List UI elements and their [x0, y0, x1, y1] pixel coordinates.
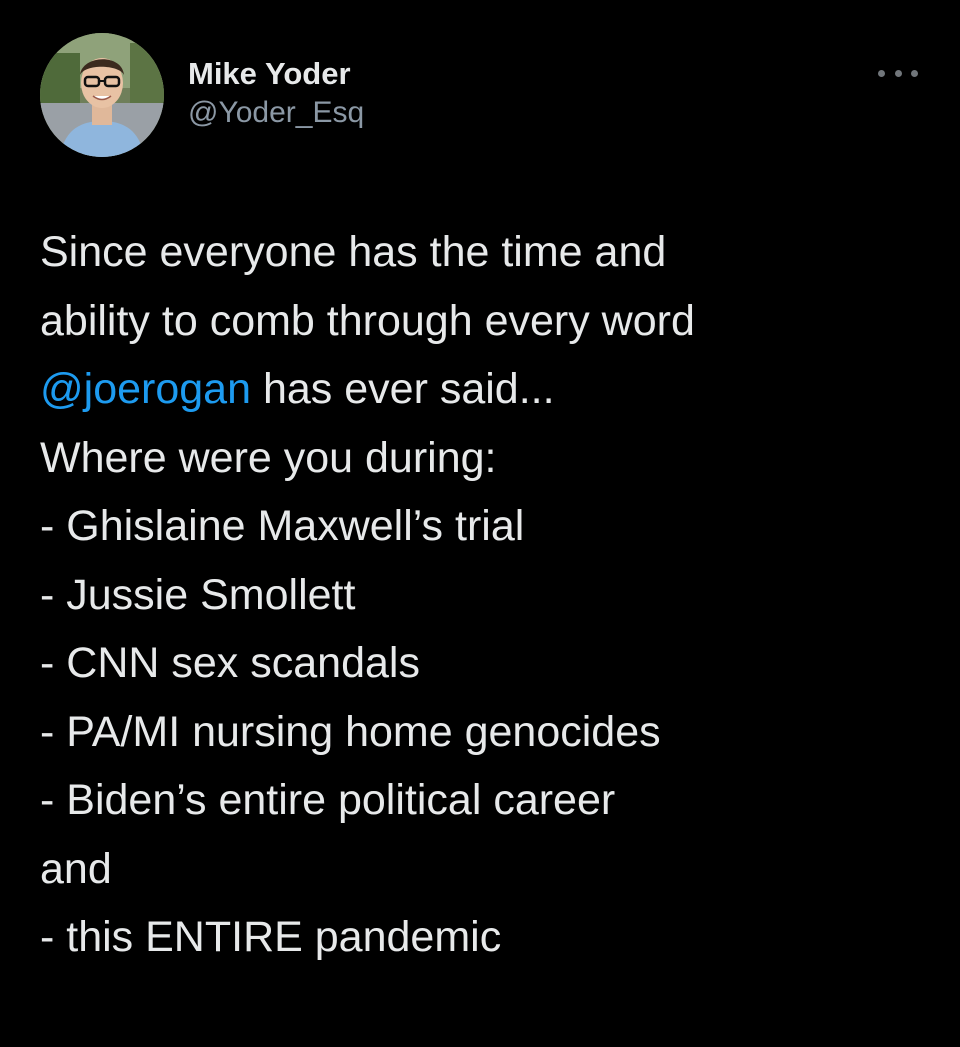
- tweet-paragraph-list: Where were you during: - Ghislaine Maxwe…: [40, 424, 930, 835]
- list-item: - Ghislaine Maxwell’s trial: [40, 502, 525, 550]
- display-name[interactable]: Mike Yoder: [188, 56, 364, 92]
- avatar-image: [40, 33, 164, 157]
- tweet-line: ability to comb through every word: [40, 296, 695, 345]
- list-item: - Biden’s entire political career: [40, 776, 616, 824]
- more-dot: [894, 69, 902, 77]
- list-item: - Jussie Smollett: [40, 570, 356, 619]
- list-item: - CNN sex scandals: [40, 639, 420, 687]
- closing-word: and: [40, 844, 112, 893]
- avatar[interactable]: [40, 33, 164, 157]
- tweet-line: Since everyone has the time and: [40, 228, 667, 276]
- list-item: - PA/MI nursing home genocides: [40, 707, 661, 756]
- user-handle[interactable]: @Yoder_Esq: [188, 95, 364, 131]
- tweet-card: Mike Yoder @Yoder_Esq Since everyone has…: [0, 0, 960, 1047]
- author-block[interactable]: Mike Yoder @Yoder_Esq: [188, 56, 364, 131]
- more-dot: [911, 69, 918, 77]
- tweet-paragraph-intro: Since everyone has the time and ability …: [40, 218, 930, 424]
- list-heading: Where were you during:: [40, 433, 497, 482]
- more-dot: [878, 69, 885, 77]
- tweet-line: @joerogan has ever said...: [40, 355, 930, 424]
- more-horizontal-icon[interactable]: [878, 64, 918, 82]
- tweet-paragraph-closing: and - this ENTIRE pandemic: [40, 835, 930, 972]
- closing-item: - this ENTIRE pandemic: [40, 913, 502, 961]
- mention-link[interactable]: @joerogan: [40, 365, 251, 413]
- tweet-text: Since everyone has the time and ability …: [40, 218, 930, 972]
- tweet-line-rest: has ever said...: [251, 365, 555, 413]
